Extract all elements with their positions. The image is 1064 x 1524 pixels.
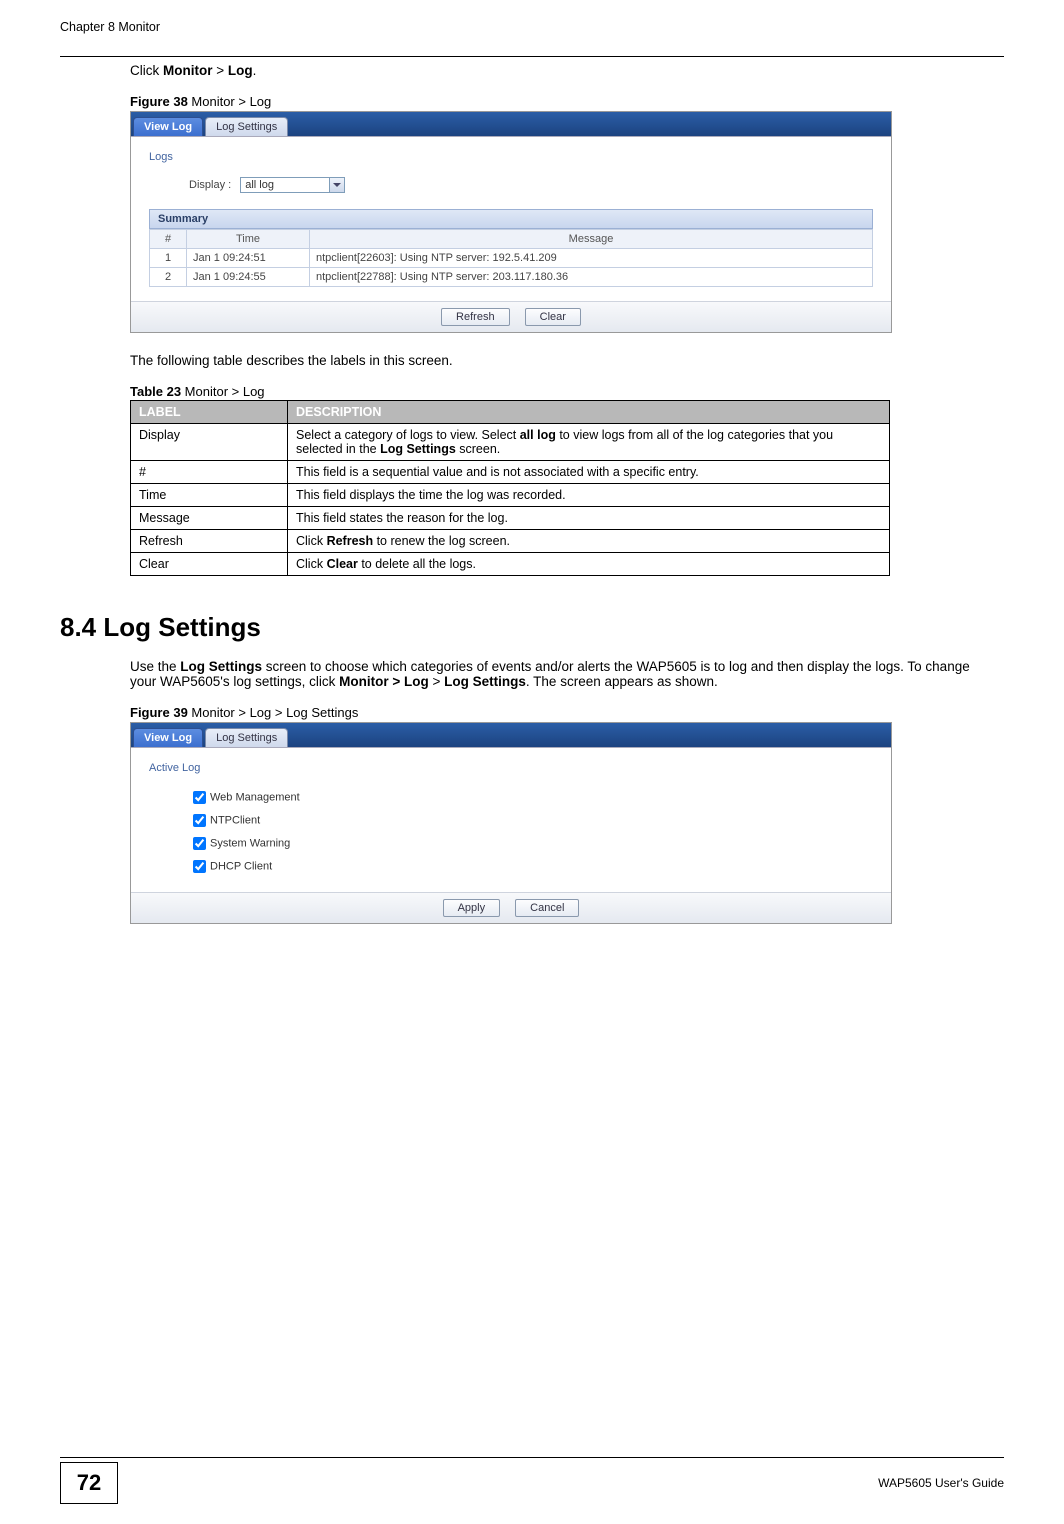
- checkbox-icon[interactable]: [193, 837, 206, 850]
- tab-log-settings[interactable]: Log Settings: [205, 117, 288, 136]
- intro-para: Click Monitor > Log.: [130, 63, 994, 78]
- section84-para: Use the Log Settings screen to choose wh…: [130, 659, 994, 689]
- col-message: Message: [310, 230, 873, 249]
- fig39-button-bar: Apply Cancel: [131, 892, 891, 923]
- display-label: Display :: [189, 179, 231, 191]
- header-rule: [60, 56, 1004, 57]
- chapter-title: Chapter 8 Monitor: [60, 20, 160, 34]
- log-table: # Time Message 1 Jan 1 09:24:51 ntpclien…: [149, 229, 873, 287]
- tab-view-log-2[interactable]: View Log: [133, 728, 203, 747]
- table-row: # This field is a sequential value and i…: [131, 461, 890, 484]
- guide-name: WAP5605 User's Guide: [878, 1476, 1004, 1490]
- th-desc: DESCRIPTION: [288, 401, 890, 424]
- clear-button[interactable]: Clear: [525, 308, 581, 326]
- page-number: 72: [60, 1462, 118, 1504]
- fig38-button-bar: Refresh Clear: [131, 301, 891, 332]
- chevron-down-icon[interactable]: [329, 177, 345, 193]
- checkbox-icon[interactable]: [193, 814, 206, 827]
- figure39-screenshot: View Log Log Settings Active Log Web Man…: [130, 722, 892, 924]
- table-row: Time This field displays the time the lo…: [131, 484, 890, 507]
- check-system-warning[interactable]: System Warning: [189, 834, 873, 853]
- figure39-label: Figure 39 Monitor > Log > Log Settings: [130, 705, 1004, 720]
- tab-log-settings-2[interactable]: Log Settings: [205, 728, 288, 747]
- table-row: 2 Jan 1 09:24:55 ntpclient[22788]: Using…: [150, 268, 873, 287]
- table-row: Display Select a category of logs to vie…: [131, 424, 890, 461]
- table-row: 1 Jan 1 09:24:51 ntpclient[22603]: Using…: [150, 249, 873, 268]
- check-dhcp-client[interactable]: DHCP Client: [189, 857, 873, 876]
- page-header: Chapter 8 Monitor: [60, 20, 1004, 34]
- figure38-label: Figure 38 Monitor > Log: [130, 94, 1004, 109]
- table-row: Message This field states the reason for…: [131, 507, 890, 530]
- th-label: LABEL: [131, 401, 288, 424]
- display-combo[interactable]: all log: [240, 177, 330, 193]
- table23-caption: Table 23 Monitor > Log: [130, 384, 1004, 399]
- checkbox-icon[interactable]: [193, 791, 206, 804]
- apply-button[interactable]: Apply: [443, 899, 501, 917]
- checkbox-icon[interactable]: [193, 860, 206, 873]
- logs-section-label: Logs: [149, 151, 873, 163]
- refresh-button[interactable]: Refresh: [441, 308, 510, 326]
- active-log-label: Active Log: [149, 762, 873, 774]
- display-row: Display : all log: [189, 177, 873, 193]
- col-num: #: [150, 230, 187, 249]
- summary-bar: Summary: [149, 209, 873, 229]
- check-web-management[interactable]: Web Management: [189, 788, 873, 807]
- fig38-tabbar: View Log Log Settings: [131, 112, 891, 136]
- section-heading-8-4: 8.4 Log Settings: [60, 612, 1004, 643]
- table-intro: The following table describes the labels…: [130, 353, 994, 368]
- fig39-tabbar: View Log Log Settings: [131, 723, 891, 747]
- figure38-screenshot: View Log Log Settings Logs Display : all…: [130, 111, 892, 333]
- cancel-button[interactable]: Cancel: [515, 899, 579, 917]
- tab-view-log[interactable]: View Log: [133, 117, 203, 136]
- col-time: Time: [187, 230, 310, 249]
- table-row: Clear Click Clear to delete all the logs…: [131, 553, 890, 576]
- table-row: Refresh Click Refresh to renew the log s…: [131, 530, 890, 553]
- table23: LABEL DESCRIPTION Display Select a categ…: [130, 400, 890, 576]
- page-footer: 72 WAP5605 User's Guide: [60, 1457, 1004, 1504]
- check-ntpclient[interactable]: NTPClient: [189, 811, 873, 830]
